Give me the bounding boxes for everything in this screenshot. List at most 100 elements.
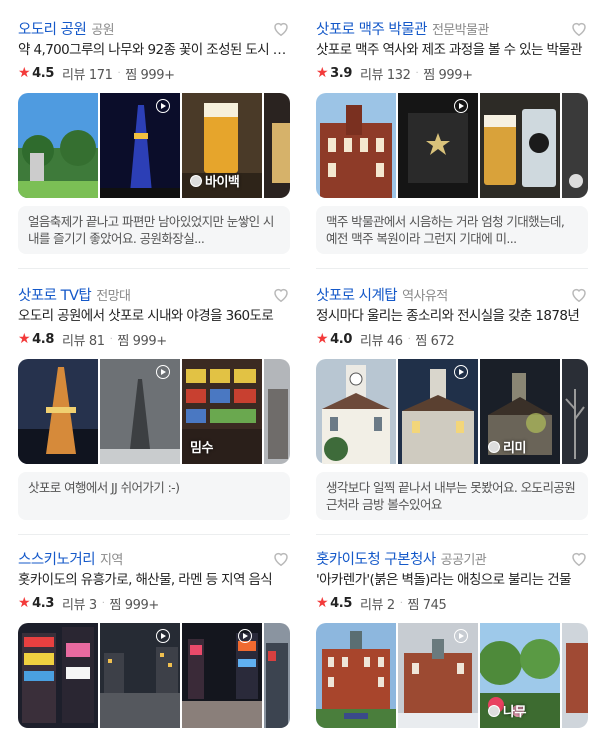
photo-author-label: 나무	[488, 701, 526, 720]
play-circle-icon	[454, 99, 468, 113]
heart-icon[interactable]	[570, 20, 588, 37]
heart-icon[interactable]	[570, 286, 588, 303]
saved-count: 찜 999+	[423, 67, 473, 83]
photo-thumbnail[interactable]: 밈수	[182, 359, 262, 464]
play-circle-icon	[238, 629, 252, 643]
review-count: 리뷰 81	[62, 333, 105, 349]
photo-thumbnail[interactable]	[398, 93, 478, 198]
photo-thumbnail[interactable]	[562, 93, 588, 198]
rating-value: 4.3	[32, 595, 54, 611]
divider	[316, 268, 588, 269]
saved-count: 찜 999+	[125, 67, 175, 83]
heart-icon[interactable]	[272, 550, 290, 567]
place-card-tv-tower[interactable]: 삿포로 TV탑 전망대 오도리 공원에서 삿포로 시내와 야경을 360도로 ★…	[18, 282, 290, 520]
place-description: 홋카이도의 유흥가로, 해산물, 라멘 등 지역 음식	[18, 572, 273, 588]
photo-thumbnail[interactable]	[562, 623, 588, 728]
photo-thumbnail[interactable]	[100, 93, 180, 198]
place-meta: ★ 4.3 리뷰 3 · 찜 999+	[18, 591, 290, 615]
photo-thumbnail[interactable]	[100, 623, 180, 728]
photo-thumbnail[interactable]	[18, 93, 98, 198]
place-category: 지역	[100, 552, 123, 568]
place-meta: ★ 4.0 리뷰 46 · 찜 672	[316, 327, 588, 351]
review-snippet[interactable]: 삿포로 여행에서 JJ 쉬어가기 :-)	[18, 472, 290, 520]
rating-value: 3.9	[330, 65, 352, 81]
review-count: 리뷰 3	[62, 597, 97, 613]
photo-thumbnail[interactable]	[316, 93, 396, 198]
star-icon: ★	[18, 65, 31, 81]
rating-value: 4.5	[330, 595, 352, 611]
rating-value: 4.8	[32, 331, 54, 347]
saved-count: 찜 672	[415, 333, 455, 349]
star-icon: ★	[18, 595, 31, 611]
photo-thumbnail[interactable]: 나무	[480, 623, 560, 728]
place-description: 정시마다 울리는 종소리와 전시실을 갖춘 1878년	[316, 308, 580, 324]
photo-strip: 리미	[316, 359, 588, 464]
photo-thumbnail[interactable]	[316, 359, 396, 464]
photo-strip	[18, 623, 290, 728]
photo-strip: 바이백	[18, 93, 290, 198]
photo-thumbnail[interactable]	[316, 623, 396, 728]
photo-thumbnail[interactable]	[100, 359, 180, 464]
place-name[interactable]: 홋카이도청 구본청사	[316, 548, 436, 569]
play-circle-icon	[454, 629, 468, 643]
photo-author-label: 바이백	[190, 171, 240, 190]
review-count: 리뷰 46	[360, 333, 403, 349]
review-snippet[interactable]: 얼음축제가 끝나고 파편만 남아있었지만 눈쌓인 시내를 즐기기 좋았어요. 공…	[18, 206, 290, 254]
photo-thumbnail[interactable]	[398, 359, 478, 464]
place-category: 역사유적	[402, 288, 448, 304]
photo-author-label: 리미	[488, 437, 526, 456]
place-card-clock-tower[interactable]: 삿포로 시계탑 역사유적 정시마다 울리는 종소리와 전시실을 갖춘 1878년…	[316, 282, 588, 520]
place-meta: ★ 4.5 리뷰 171 · 찜 999+	[18, 61, 290, 85]
separator-dot: ·	[407, 333, 411, 345]
separator-dot: ·	[101, 597, 105, 609]
place-category: 공원	[91, 22, 115, 38]
photo-thumbnail[interactable]	[562, 359, 588, 464]
place-card-odori-park[interactable]: 오도리 공원 공원 약 4,700그루의 나무와 92종 꽃이 조성된 도시 공…	[18, 16, 290, 254]
place-name[interactable]: 삿포로 TV탑	[18, 284, 92, 305]
place-name[interactable]: 삿포로 시계탑	[316, 284, 398, 305]
place-card-hokkaido-gov-office[interactable]: 홋카이도청 구본청사 공공기관 '아카렌가'(붉은 벽돌)라는 애칭으로 불리는…	[316, 546, 588, 728]
place-description: 오도리 공원에서 삿포로 시내와 야경을 360도로	[18, 308, 274, 324]
place-card-susukino[interactable]: 스스키노거리 지역 홋카이도의 유흥가로, 해산물, 라멘 등 지역 음식 ★ …	[18, 546, 290, 728]
photo-thumbnail[interactable]	[398, 623, 478, 728]
rating-value: 4.0	[330, 331, 352, 347]
avatar	[488, 704, 500, 717]
rating-value: 4.5	[32, 65, 54, 81]
review-count: 리뷰 2	[360, 597, 395, 613]
place-name[interactable]: 오도리 공원	[18, 18, 87, 39]
play-circle-icon	[156, 365, 170, 379]
photo-thumbnail[interactable]	[264, 359, 290, 464]
star-icon: ★	[316, 331, 329, 347]
divider	[18, 534, 290, 535]
heart-icon[interactable]	[272, 20, 290, 37]
photo-thumbnail[interactable]: 리미	[480, 359, 560, 464]
separator-dot: ·	[109, 333, 113, 345]
place-name[interactable]: 스스키노거리	[18, 548, 96, 569]
saved-count: 찜 999+	[109, 597, 160, 613]
play-circle-icon	[156, 629, 170, 643]
photo-thumbnail[interactable]	[18, 623, 98, 728]
heart-icon[interactable]	[570, 550, 588, 567]
play-circle-icon	[454, 365, 468, 379]
photo-thumbnail[interactable]	[264, 93, 290, 198]
photo-thumbnail[interactable]	[18, 359, 98, 464]
place-name[interactable]: 삿포로 맥주 박물관	[316, 18, 427, 39]
photo-thumbnail[interactable]	[264, 623, 290, 728]
separator-dot: ·	[415, 67, 419, 79]
photo-thumbnail[interactable]	[480, 93, 560, 198]
divider	[18, 268, 290, 269]
place-card-beer-museum[interactable]: 삿포로 맥주 박물관 전문박물관 삿포로 맥주 역사와 제조 과정을 볼 수 있…	[316, 16, 588, 254]
place-meta: ★ 4.8 리뷰 81 · 찜 999+	[18, 327, 290, 351]
photo-thumbnail[interactable]: 바이백	[182, 93, 262, 198]
place-category: 전망대	[96, 288, 131, 304]
photo-thumbnail[interactable]	[182, 623, 262, 728]
star-icon: ★	[316, 65, 329, 81]
photo-strip: 나무	[316, 623, 588, 728]
heart-icon[interactable]	[272, 286, 290, 303]
review-snippet[interactable]: 생각보다 일찍 끝나서 내부는 못봤어요. 오도리공원근처라 금방 볼수있어요	[316, 472, 588, 520]
separator-dot: ·	[117, 67, 121, 79]
avatar	[488, 440, 500, 453]
place-description: 약 4,700그루의 나무와 92종 꽃이 조성된 도시 공원	[18, 42, 290, 58]
review-snippet[interactable]: 맥주 박물관에서 시음하는 거라 엄청 기대했는데, 예전 맥주 복원이라 그런…	[316, 206, 588, 254]
review-count: 리뷰 171	[62, 67, 113, 83]
